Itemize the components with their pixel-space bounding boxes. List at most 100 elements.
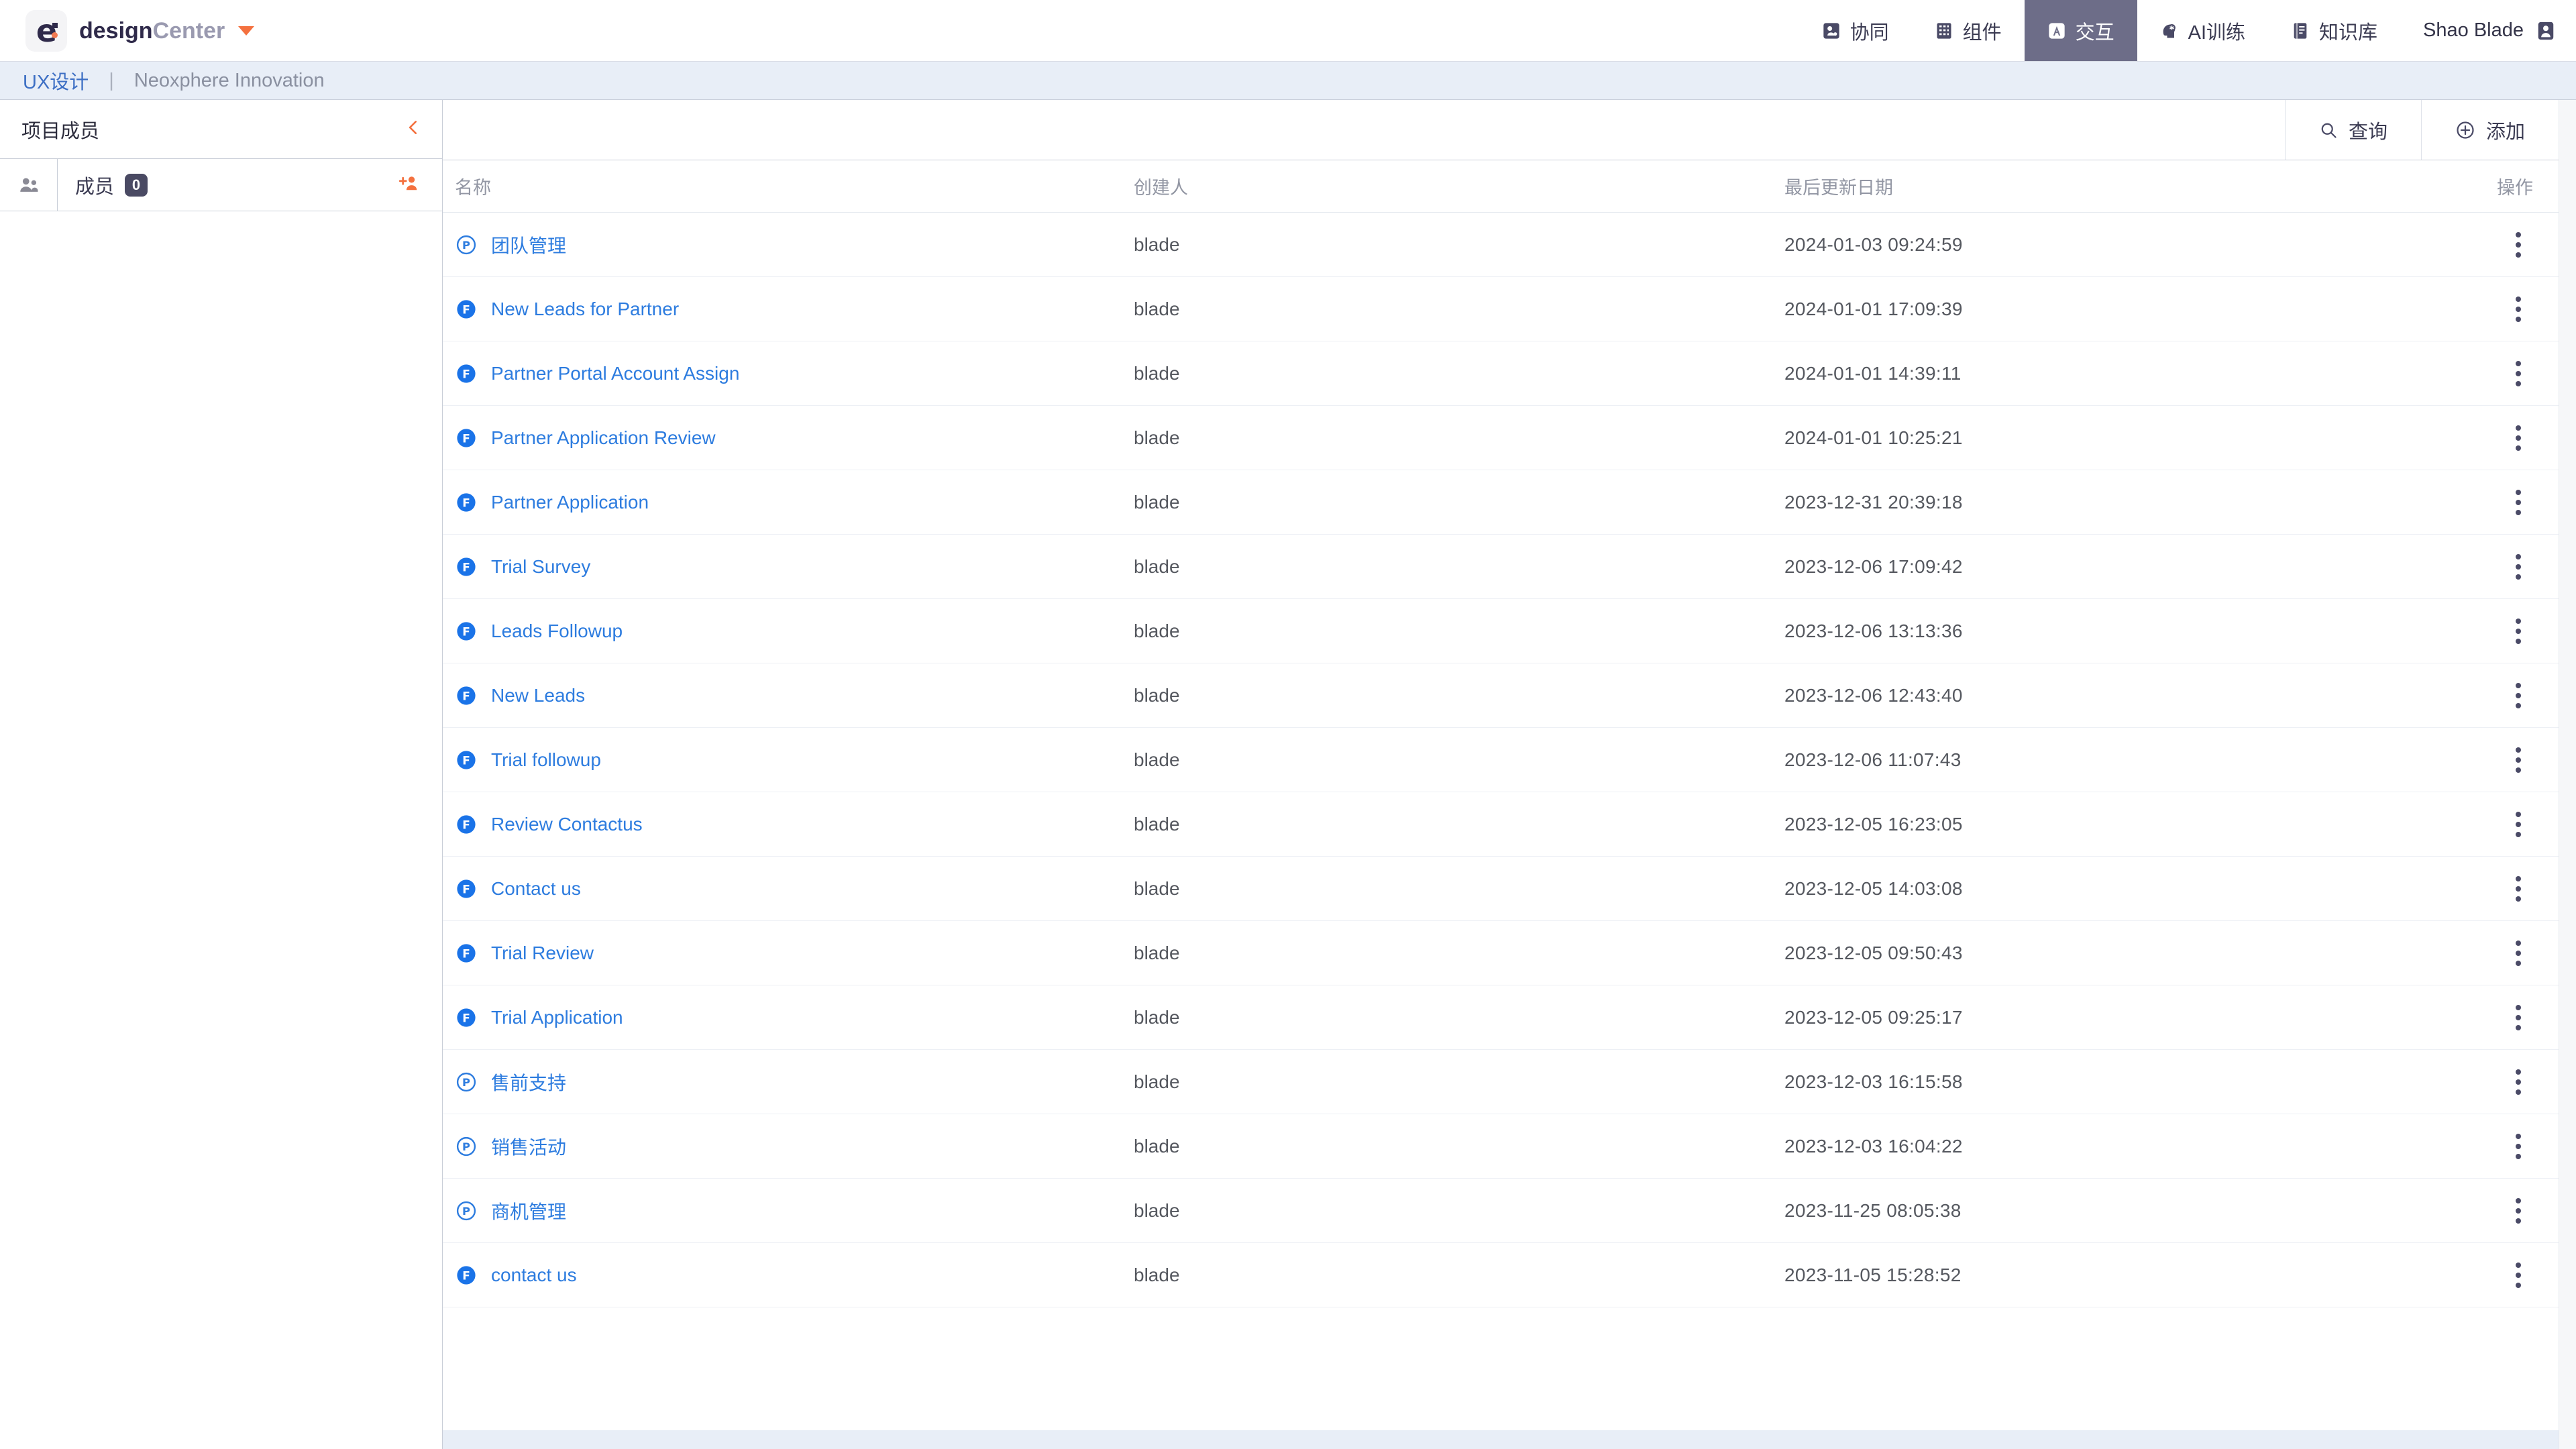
kebab-menu-icon[interactable] <box>2516 747 2521 773</box>
top-bar: e designCenter 协同 组件 交互 AI训练 知识库 Shao Bl… <box>0 0 2576 62</box>
kebab-menu-icon[interactable] <box>2516 1262 2521 1288</box>
breadcrumb-separator: | <box>109 69 114 91</box>
row-updated-cell: 2024-01-03 09:24:59 <box>1784 233 1963 255</box>
kebab-menu-icon[interactable] <box>2516 1197 2521 1224</box>
row-name-link[interactable]: Partner Application Review <box>491 427 716 449</box>
row-name-link[interactable]: 团队管理 <box>491 231 566 258</box>
row-name-link[interactable]: Trial Application <box>491 1007 623 1028</box>
svg-text:F: F <box>462 1269 470 1283</box>
form-filled-icon: F <box>455 942 478 965</box>
row-name-cell: F New Leads for Partner <box>443 298 1134 321</box>
table-row[interactable]: F Leads Followup blade 2023-12-06 13:13:36 <box>443 599 2559 663</box>
search-button[interactable]: 查询 <box>2284 100 2421 160</box>
kebab-menu-icon[interactable] <box>2516 875 2521 902</box>
svg-text:F: F <box>462 368 470 381</box>
table-row[interactable]: P 商机管理 blade 2023-11-25 08:05:38 <box>443 1179 2559 1243</box>
kebab-menu-icon[interactable] <box>2516 296 2521 322</box>
table-row[interactable]: F New Leads for Partner blade 2024-01-01 17… <box>443 277 2559 341</box>
chevron-down-icon[interactable] <box>238 25 255 36</box>
search-button-label: 查询 <box>2348 121 2387 143</box>
breadcrumb-link[interactable]: UX设计 <box>23 66 89 95</box>
table-row[interactable]: P 售前支持 blade 2023-12-03 16:15:58 <box>443 1050 2559 1114</box>
row-author-cell: blade <box>1134 298 1180 319</box>
row-name-cell: F Partner Portal Account Assign <box>443 362 1134 385</box>
kebab-menu-icon[interactable] <box>2516 811 2521 837</box>
kebab-menu-icon[interactable] <box>2516 553 2521 580</box>
row-author-cell: blade <box>1134 362 1180 384</box>
row-name-link[interactable]: New Leads for Partner <box>491 299 679 320</box>
row-author-cell: blade <box>1134 942 1180 963</box>
row-name-link[interactable]: 商机管理 <box>491 1197 566 1224</box>
form-filled-icon: F <box>455 684 478 707</box>
kebab-menu-icon[interactable] <box>2516 682 2521 708</box>
table-row[interactable]: F Partner Application Review blade 2024-01-… <box>443 406 2559 470</box>
row-author-cell: blade <box>1134 233 1180 255</box>
sidebar-item-members[interactable]: 成员 0 <box>0 159 442 211</box>
row-name-link[interactable]: 售前支持 <box>491 1069 566 1095</box>
logo-round-dot <box>52 32 58 38</box>
row-name-link[interactable]: New Leads <box>491 685 585 706</box>
add-button[interactable]: 添加 <box>2420 100 2559 160</box>
table-row[interactable]: F Trial Application blade 2023-12-05 09:25:… <box>443 985 2559 1050</box>
table-row[interactable]: F Trial Review blade 2023-12-05 09:50:43 <box>443 921 2559 985</box>
svg-text:F: F <box>462 496 470 510</box>
chevron-left-icon[interactable] <box>405 117 422 142</box>
row-name-link[interactable]: contact us <box>491 1265 577 1286</box>
table-row[interactable]: Fcontact us blade 2023-11-05 15:28:52 <box>443 1243 2559 1307</box>
breadcrumb: UX设计 | Neoxphere Innovation <box>0 62 2576 100</box>
row-name-link[interactable]: Review Contactus <box>491 814 643 835</box>
row-name-link[interactable]: Partner Application <box>491 492 649 513</box>
table-row[interactable]: F Partner Portal Account Assign blade 2024-… <box>443 341 2559 406</box>
row-name-link[interactable]: Trial Review <box>491 943 594 964</box>
table-row[interactable]: F Partner Application blade 2023-12-31 20:3… <box>443 470 2559 535</box>
row-author-cell: blade <box>1134 684 1180 706</box>
nav-item-ai-training[interactable]: AI训练 <box>2137 0 2268 61</box>
table-row[interactable]: F Trial followup blade 2023-12-06 11:07:43 <box>443 728 2559 792</box>
kebab-menu-icon[interactable] <box>2516 1069 2521 1095</box>
nav-item-interaction[interactable]: 交互 <box>2024 0 2137 61</box>
row-name-cell: F Trial Review <box>443 942 1134 965</box>
row-name-link[interactable]: Partner Portal Account Assign <box>491 363 739 384</box>
brand-block[interactable]: e designCenter <box>0 9 255 52</box>
vertical-scrollbar[interactable] <box>2559 100 2576 1449</box>
row-name-link[interactable]: Leads Followup <box>491 621 623 642</box>
row-action-cell <box>2424 1262 2559 1288</box>
kebab-menu-icon[interactable] <box>2516 231 2521 258</box>
add-user-icon[interactable] <box>398 172 422 197</box>
kebab-menu-icon[interactable] <box>2516 1004 2521 1030</box>
kebab-menu-icon[interactable] <box>2516 1133 2521 1159</box>
table-row[interactable]: F New Leads blade 2023-12-06 12:43:40 <box>443 663 2559 728</box>
row-author-cell: blade <box>1134 813 1180 835</box>
row-updated-cell: 2023-12-05 14:03:08 <box>1784 877 1963 899</box>
nav-item-knowledge-base[interactable]: 知识库 <box>2268 0 2400 61</box>
nav-item-components[interactable]: 组件 <box>1912 0 2025 61</box>
table-row[interactable]: P 销售活动 blade 2023-12-03 16:04:22 <box>443 1114 2559 1179</box>
row-name-link[interactable]: Trial followup <box>491 749 601 771</box>
row-action-cell <box>2424 553 2559 580</box>
row-name-link[interactable]: Contact us <box>491 878 581 900</box>
sidebar-header: 项目成员 <box>0 100 442 159</box>
sidebar-empty-area <box>0 211 442 1449</box>
nav-item-collaboration[interactable]: 协同 <box>1799 0 1912 61</box>
row-name-cell: P 商机管理 <box>443 1197 1134 1224</box>
row-author-cell: blade <box>1134 427 1180 448</box>
kebab-menu-icon[interactable] <box>2516 618 2521 644</box>
table-row[interactable]: F Trial Survey blade 2023-12-06 17:09:42 <box>443 535 2559 599</box>
table-row[interactable]: F Contact us blade 2023-12-05 14:03:08 <box>443 857 2559 921</box>
kebab-menu-icon[interactable] <box>2516 360 2521 386</box>
kebab-menu-icon[interactable] <box>2516 940 2521 966</box>
row-name-cell: F Review Contactus <box>443 813 1134 836</box>
row-name-link[interactable]: Trial Survey <box>491 556 590 578</box>
row-updated-cell: 2023-12-03 16:04:22 <box>1784 1135 1963 1157</box>
table-row[interactable]: F Review Contactus blade 2023-12-05 16:23:0… <box>443 792 2559 857</box>
kebab-menu-icon[interactable] <box>2516 489 2521 515</box>
row-action-cell <box>2424 1004 2559 1030</box>
kebab-menu-icon[interactable] <box>2516 425 2521 451</box>
user-menu[interactable]: Shao Blade <box>2400 0 2576 61</box>
sidebar-member-label: 成员 <box>75 176 115 198</box>
row-name-cell: F Leads Followup <box>443 620 1134 643</box>
svg-text:F: F <box>462 432 470 445</box>
table-row[interactable]: P 团队管理 blade 2024-01-03 09:24:59 <box>443 213 2559 277</box>
row-name-link[interactable]: 销售活动 <box>491 1133 566 1160</box>
form-filled-icon: F <box>455 1264 478 1287</box>
